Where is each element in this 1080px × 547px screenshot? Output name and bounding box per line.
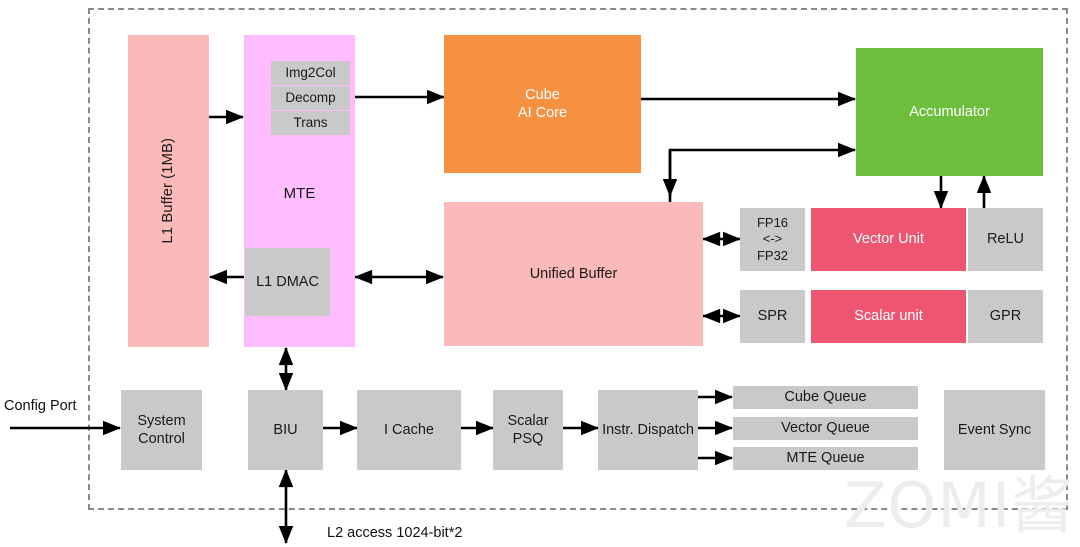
block-l1-dmac[interactable]: L1 DMAC bbox=[245, 248, 330, 316]
block-unified-buffer-label: Unified Buffer bbox=[529, 265, 618, 282]
block-relu-label: ReLU bbox=[986, 231, 1025, 248]
block-fp16-fp32-convert[interactable]: FP16 <-> FP32 bbox=[740, 208, 805, 271]
block-decomp[interactable]: Decomp bbox=[271, 86, 350, 110]
block-scalar-psq-label: Scalar PSQ bbox=[507, 412, 549, 447]
block-cube-ai-core-label: Cube AI Core bbox=[517, 86, 568, 121]
block-unified-buffer[interactable]: Unified Buffer bbox=[444, 202, 703, 346]
block-biu[interactable]: BIU bbox=[248, 390, 323, 470]
block-scalar-psq[interactable]: Scalar PSQ bbox=[493, 390, 563, 470]
block-gpr-label: GPR bbox=[989, 308, 1022, 325]
block-accumulator[interactable]: Accumulator bbox=[856, 48, 1043, 176]
block-instr-dispatch[interactable]: Instr. Dispatch bbox=[598, 390, 698, 470]
block-accumulator-label: Accumulator bbox=[909, 103, 990, 120]
architecture-diagram: L1 Buffer (1MB) MTE Img2Col Decomp Trans… bbox=[0, 0, 1080, 547]
block-cube-ai-core[interactable]: Cube AI Core bbox=[444, 35, 641, 173]
block-i-cache[interactable]: I Cache bbox=[357, 390, 461, 470]
block-scalar-unit-label: Scalar unit bbox=[854, 308, 923, 325]
block-vector-unit-label: Vector Unit bbox=[853, 231, 924, 248]
block-l1-buffer[interactable]: L1 Buffer (1MB) bbox=[128, 35, 209, 347]
block-i-cache-label: I Cache bbox=[384, 421, 434, 438]
block-l1-dmac-label: L1 DMAC bbox=[256, 273, 319, 290]
block-decomp-label: Decomp bbox=[285, 89, 336, 105]
block-cube-queue-label: Cube Queue bbox=[784, 389, 867, 406]
block-scalar-unit[interactable]: Scalar unit bbox=[811, 290, 966, 343]
block-gpr[interactable]: GPR bbox=[968, 290, 1043, 343]
block-event-sync-label: Event Sync bbox=[957, 421, 1032, 438]
block-vector-queue[interactable]: Vector Queue bbox=[733, 417, 918, 440]
block-trans-label: Trans bbox=[293, 114, 328, 130]
block-l1-buffer-label: L1 Buffer (1MB) bbox=[159, 138, 177, 244]
label-l2-access: L2 access 1024-bit*2 bbox=[327, 525, 463, 541]
block-img2col-label: Img2Col bbox=[285, 64, 336, 80]
block-spr-label: SPR bbox=[757, 308, 788, 325]
block-instr-dispatch-label: Instr. Dispatch bbox=[602, 421, 694, 438]
block-cube-queue[interactable]: Cube Queue bbox=[733, 386, 918, 409]
block-vector-queue-label: Vector Queue bbox=[781, 420, 870, 437]
block-vector-unit[interactable]: Vector Unit bbox=[811, 208, 966, 271]
block-system-control[interactable]: System Control bbox=[121, 390, 202, 470]
block-spr[interactable]: SPR bbox=[740, 290, 805, 343]
block-system-control-label: System Control bbox=[137, 412, 186, 447]
block-relu[interactable]: ReLU bbox=[968, 208, 1043, 271]
block-biu-label: BIU bbox=[273, 421, 298, 438]
watermark-zomi: ZOMI酱 bbox=[843, 469, 1074, 542]
block-trans[interactable]: Trans bbox=[271, 111, 350, 135]
label-config-port: Config Port bbox=[4, 398, 77, 414]
block-mte-label: MTE bbox=[283, 185, 316, 202]
block-img2col[interactable]: Img2Col bbox=[271, 61, 350, 85]
block-fp16-fp32-label: FP16 <-> FP32 bbox=[756, 215, 789, 263]
